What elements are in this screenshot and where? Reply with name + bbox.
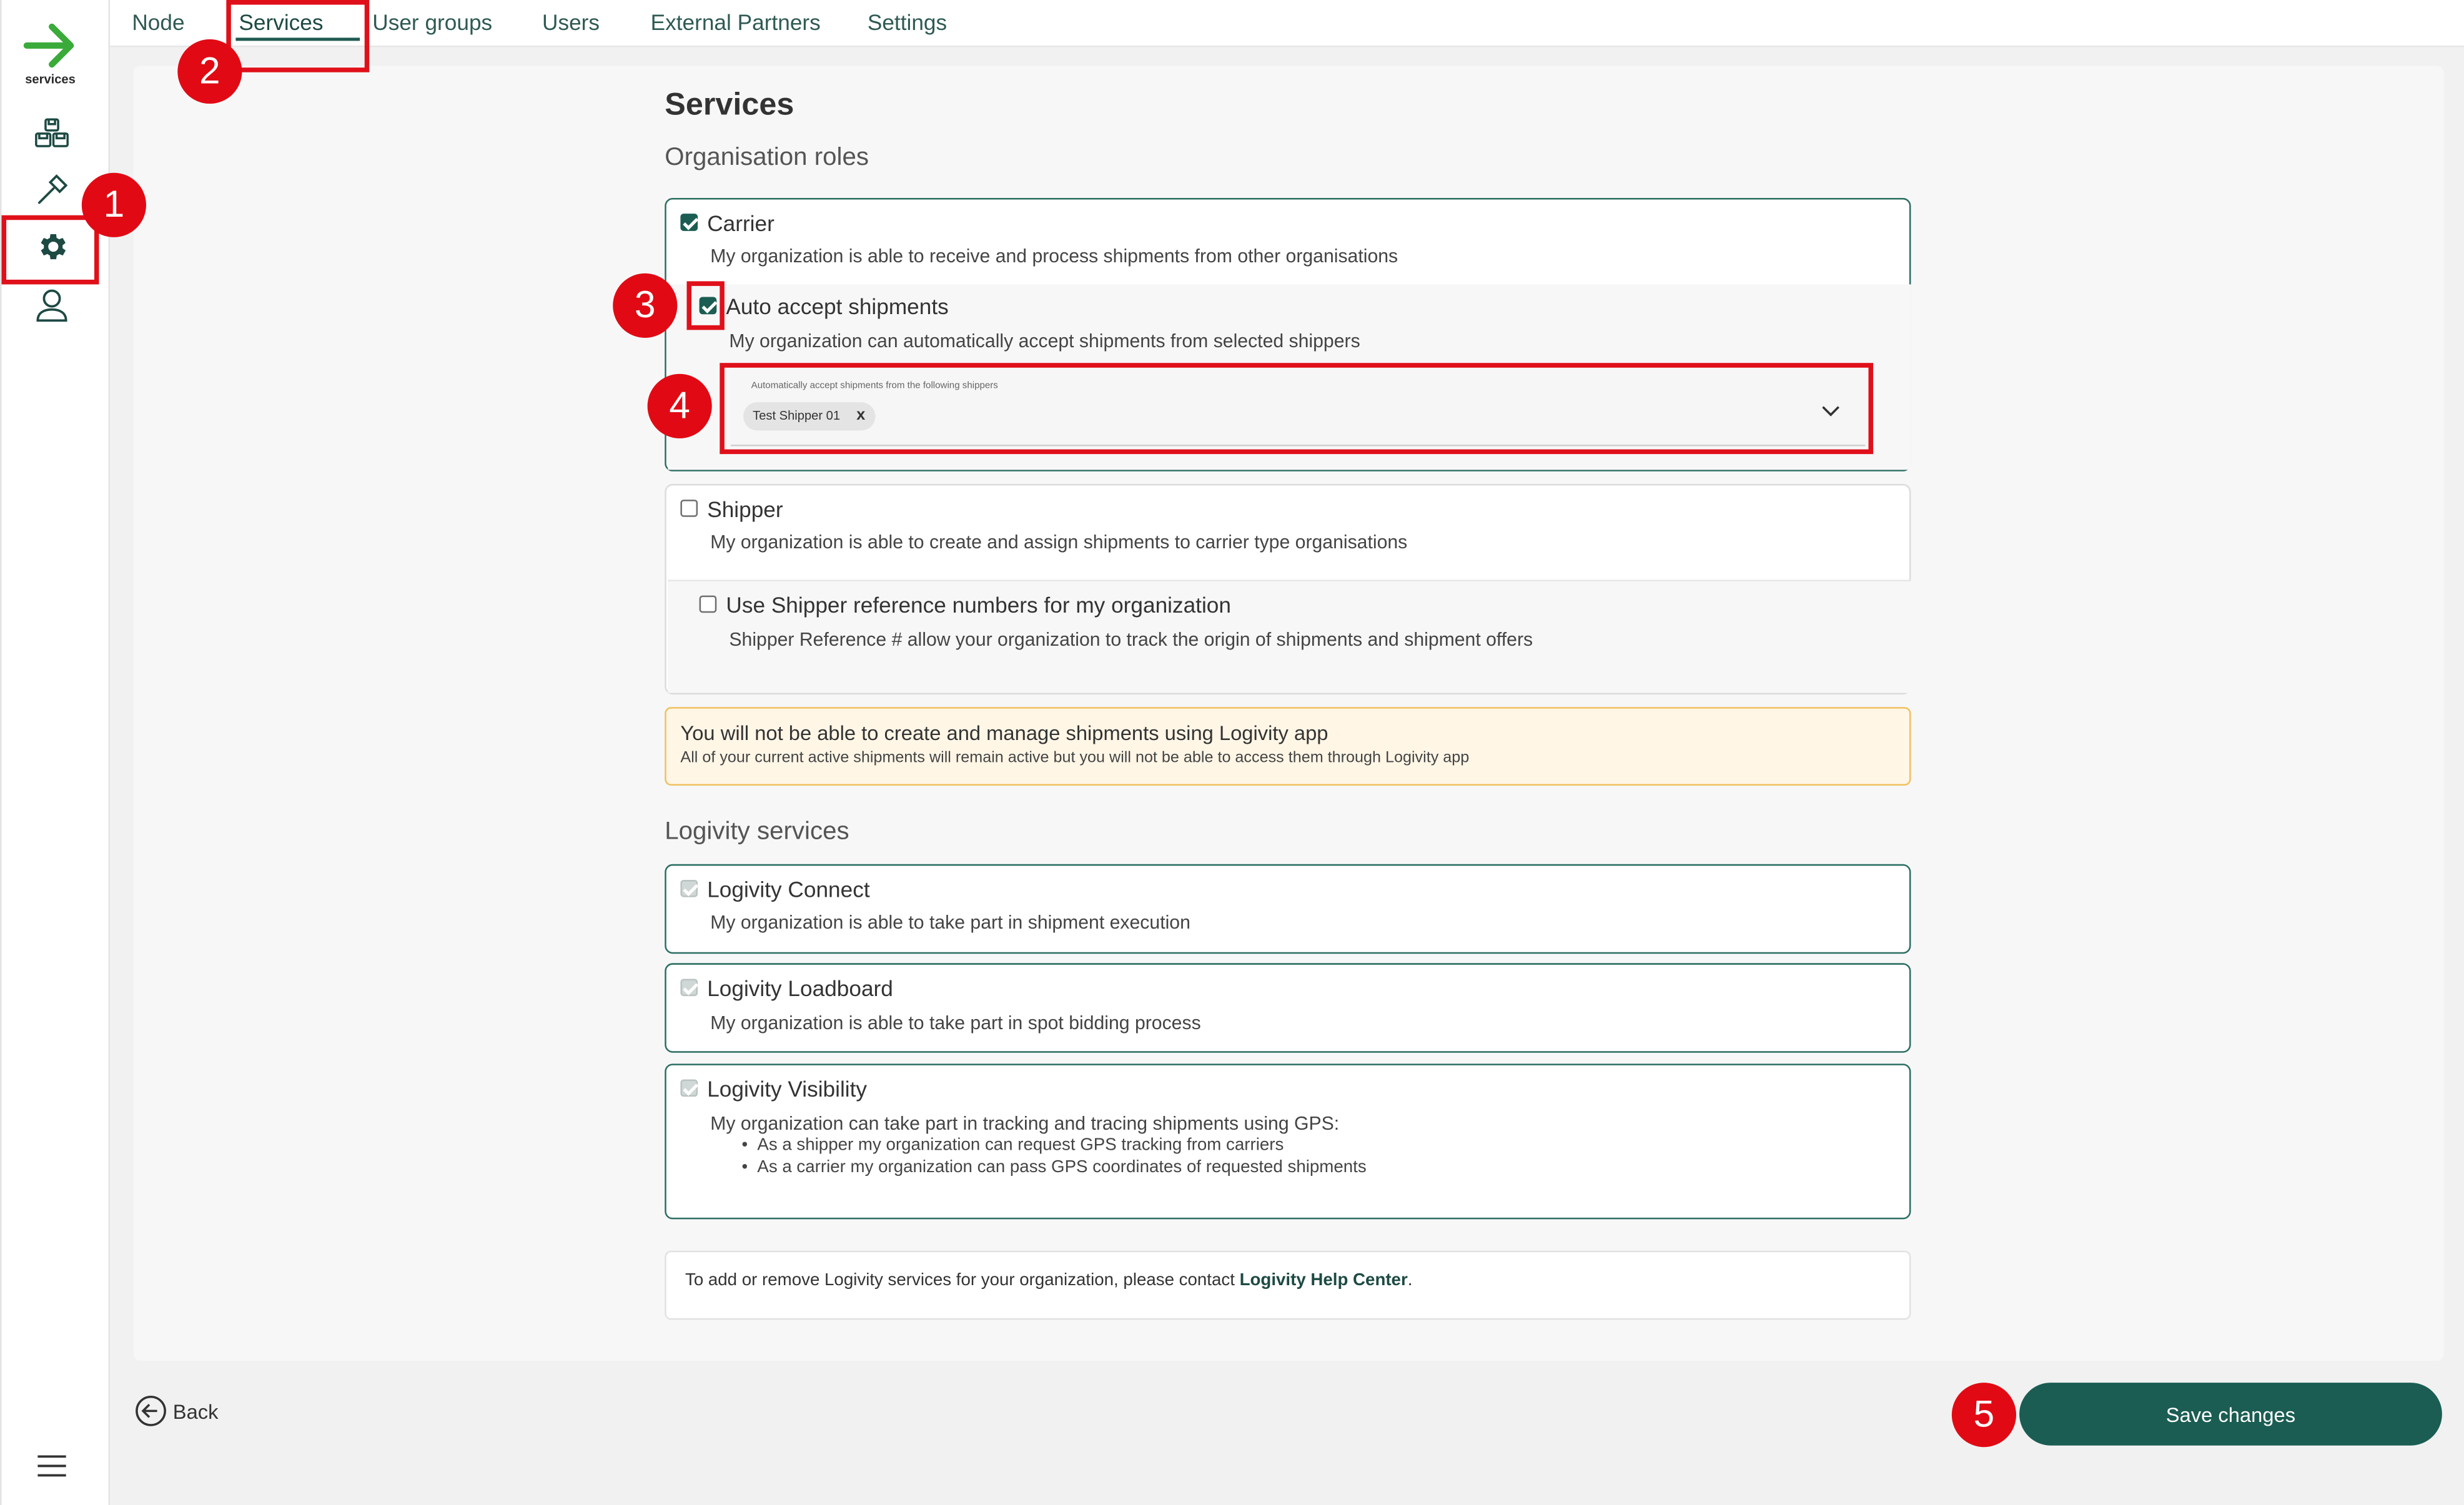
warning-banner: You will not be able to create and manag… <box>665 707 1911 786</box>
annotation-badge-2: 2 <box>177 39 242 104</box>
annotation-badge-3: 3 <box>613 273 678 338</box>
connect-desc: My organization is able to take part in … <box>710 911 1190 934</box>
shipper-title: Shipper <box>707 496 783 522</box>
shipper-desc: My organization is able to create and as… <box>710 531 1408 553</box>
visibility-bullets: As a shipper my organization can request… <box>742 1135 1367 1178</box>
annotation-badge-1: 1 <box>81 172 146 237</box>
help-info-box: To add or remove Logivity services for y… <box>665 1250 1911 1320</box>
connect-checkbox <box>680 879 698 897</box>
annotation-badge-4: 4 <box>647 373 712 438</box>
shipper-ref-title: Use Shipper reference numbers for my org… <box>726 592 1232 618</box>
services-heading: Logivity services <box>665 818 849 846</box>
shipper-checkbox[interactable] <box>680 500 698 517</box>
visibility-checkbox <box>680 1079 698 1097</box>
logo-text: services <box>25 72 76 87</box>
top-tabbar: Node Services User groups Users External… <box>110 0 2464 47</box>
tab-settings[interactable]: Settings <box>868 9 947 34</box>
tab-users[interactable]: Users <box>542 9 600 34</box>
shipper-ref-checkbox[interactable] <box>699 595 717 613</box>
service-connect-box: Logivity Connect My organization is able… <box>665 864 1911 954</box>
service-loadboard-box: Logivity Loadboard My organization is ab… <box>665 963 1911 1053</box>
carrier-title: Carrier <box>707 210 774 236</box>
tab-external-partners[interactable]: External Partners <box>651 9 821 34</box>
help-info-text: To add or remove Logivity services for y… <box>685 1271 1412 1290</box>
warning-title: You will not be able to create and manag… <box>680 721 1328 745</box>
arrow-logo-icon <box>23 23 74 68</box>
carrier-checkbox[interactable] <box>680 214 698 231</box>
page-title: Services <box>665 87 794 123</box>
pallets-icon[interactable] <box>31 113 72 154</box>
annotation-box-1 <box>1 215 99 285</box>
back-label: Back <box>172 1399 219 1423</box>
shipper-ref-section: Use Shipper reference numbers for my org… <box>668 580 1911 693</box>
org-roles-heading: Organisation roles <box>665 144 869 172</box>
loadboard-checkbox <box>680 979 698 997</box>
back-button[interactable]: Back <box>135 1395 218 1426</box>
visibility-title: Logivity Visibility <box>707 1076 868 1102</box>
tab-user-groups[interactable]: User groups <box>372 9 492 34</box>
app-window: services Node Services User groups Users… <box>0 0 2464 1505</box>
help-info-prefix: To add or remove Logivity services for y… <box>685 1271 1240 1290</box>
help-info-suffix: . <box>1407 1271 1413 1290</box>
loadboard-title: Logivity Loadboard <box>707 975 893 1001</box>
visibility-bullet: As a carrier my organization can pass GP… <box>742 1157 1366 1178</box>
save-changes-button[interactable]: Save changes <box>2019 1383 2442 1446</box>
carrier-desc: My organization is able to receive and p… <box>710 245 1398 267</box>
annotation-box-2 <box>226 0 370 72</box>
service-visibility-box: Logivity Visibility My organization can … <box>665 1063 1911 1220</box>
logo[interactable]: services <box>21 19 81 91</box>
help-center-link[interactable]: Logivity Help Center <box>1240 1271 1408 1290</box>
auto-accept-title: Auto accept shipments <box>726 294 949 319</box>
annotation-box-4 <box>720 363 1874 455</box>
hammer-icon[interactable] <box>31 170 72 210</box>
shipper-box: Shipper My organization is able to creat… <box>665 483 1911 695</box>
user-icon[interactable] <box>31 284 72 325</box>
connect-title: Logivity Connect <box>707 876 870 902</box>
auto-accept-desc: My organization can automatically accept… <box>729 330 1360 352</box>
annotation-box-3 <box>686 281 725 330</box>
back-arrow-icon <box>136 1395 166 1426</box>
visibility-bullet: As a shipper my organization can request… <box>742 1135 1367 1157</box>
hamburger-icon[interactable] <box>36 1452 67 1480</box>
annotation-badge-5: 5 <box>1951 1383 2017 1448</box>
visibility-desc: My organization can take part in trackin… <box>710 1112 1340 1135</box>
warning-desc: All of your current active shipments wil… <box>680 749 1470 767</box>
shipper-ref-desc: Shipper Reference # allow your organizat… <box>729 628 1533 651</box>
loadboard-desc: My organization is able to take part in … <box>710 1012 1201 1034</box>
tab-node[interactable]: Node <box>132 9 184 34</box>
